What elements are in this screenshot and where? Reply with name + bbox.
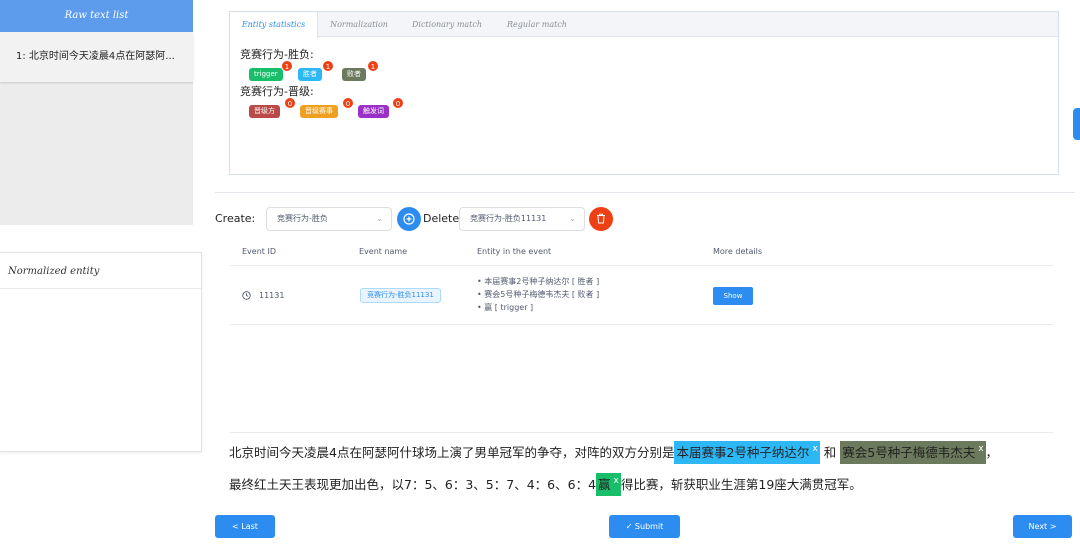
column-header-more-details: More details bbox=[713, 247, 763, 256]
close-icon[interactable]: x bbox=[978, 444, 983, 454]
entity-tag-loser[interactable]: 败者 bbox=[342, 68, 366, 81]
create-select-value: 竞赛行为-胜负 bbox=[277, 214, 328, 223]
column-header-event-name: Event name bbox=[359, 247, 408, 256]
count-badge: 1 bbox=[367, 60, 379, 72]
tab-normalization[interactable]: Normalization bbox=[318, 12, 400, 38]
tab-dictionary-match[interactable]: Dictionary match bbox=[400, 12, 494, 38]
entity-list-item: • 本届赛事2号种子纳达尔 [ 胜者 ] bbox=[477, 277, 600, 286]
create-label: Create: bbox=[215, 212, 256, 225]
tab-regular-match[interactable]: Regular match bbox=[494, 12, 580, 38]
delete-event-select[interactable]: 竞赛行为-胜负11131 ⌄ bbox=[459, 207, 585, 231]
raw-text-list-item[interactable]: 1: 北京时间今天凌晨4点在阿瑟阿... bbox=[0, 32, 193, 82]
entity-tag-advance-event[interactable]: 晋级赛事 bbox=[300, 105, 338, 118]
column-header-event-id: Event ID bbox=[242, 247, 276, 256]
close-icon[interactable]: x bbox=[812, 444, 817, 454]
trash-icon bbox=[597, 213, 605, 224]
event-id-cell: 11131 bbox=[259, 291, 285, 300]
entity-list-item: • 赢 [ trigger ] bbox=[477, 303, 534, 312]
entity-group-title: 竞赛行为-晋级: bbox=[240, 85, 314, 98]
raw-text-list-header: Raw text list bbox=[0, 0, 193, 32]
delete-label: Delete: bbox=[423, 212, 463, 225]
divider bbox=[215, 192, 1075, 193]
delete-event-button[interactable] bbox=[589, 207, 613, 231]
divider bbox=[230, 324, 1053, 325]
count-badge: 0 bbox=[284, 97, 296, 109]
count-badge: 1 bbox=[281, 60, 293, 72]
entity-tag-advancer[interactable]: 晋级方 bbox=[249, 105, 280, 118]
plus-circle-icon bbox=[403, 213, 415, 225]
tab-entity-statistics[interactable]: Entity statistics bbox=[230, 12, 318, 38]
text-segment: 北京时间今天凌晨4点在阿瑟阿什球场上演了男单冠军的争夺，对阵的双方分别是 bbox=[229, 445, 675, 460]
side-drawer-handle[interactable] bbox=[1073, 108, 1080, 140]
entity-tag-trigger-word[interactable]: 触发词 bbox=[358, 105, 389, 118]
normalized-entity-card bbox=[0, 252, 202, 452]
chevron-down-icon: ⌄ bbox=[569, 214, 576, 223]
add-event-button[interactable] bbox=[397, 207, 421, 231]
entity-group-title: 竞赛行为-胜负: bbox=[240, 48, 314, 61]
count-badge: 0 bbox=[342, 97, 354, 109]
divider bbox=[230, 265, 1053, 266]
text-segment: 得比赛，斩获职业生涯第19座大满贯冠军。 bbox=[620, 477, 862, 492]
highlight-trigger[interactable]: 赢x bbox=[596, 473, 621, 496]
text-segment: ， bbox=[985, 445, 999, 460]
count-badge: 1 bbox=[322, 60, 334, 72]
last-button[interactable]: < Last bbox=[215, 515, 275, 538]
entity-tag-winner[interactable]: 胜者 bbox=[298, 68, 322, 81]
divider bbox=[230, 432, 1053, 433]
highlight-loser[interactable]: 赛会5号种子梅德韦杰夫 x bbox=[840, 441, 986, 464]
create-event-select[interactable]: 竞赛行为-胜负 ⌄ bbox=[266, 207, 392, 231]
next-button[interactable]: Next > bbox=[1013, 515, 1072, 538]
text-segment: 最终红土天王表现更加出色，以7：5、6：3、5：7、4：6、6：4 bbox=[229, 477, 597, 492]
text-segment: 和 bbox=[823, 445, 837, 460]
column-header-entities: Entity in the event bbox=[477, 247, 552, 256]
submit-button[interactable]: ✓ Submit bbox=[609, 515, 680, 538]
chevron-down-icon: ⌄ bbox=[376, 214, 383, 223]
divider bbox=[0, 288, 201, 289]
count-badge: 0 bbox=[392, 97, 404, 109]
clock-icon bbox=[242, 291, 251, 302]
close-icon[interactable]: x bbox=[614, 476, 619, 486]
annotated-text: 北京时间今天凌晨4点在阿瑟阿什球场上演了男单冠军的争夺，对阵的双方分别是 本届赛事… bbox=[229, 438, 1059, 502]
entity-tag-trigger[interactable]: trigger bbox=[249, 68, 283, 81]
delete-select-value: 竞赛行为-胜负11131 bbox=[470, 214, 547, 223]
show-details-button[interactable]: Show bbox=[713, 287, 753, 305]
normalized-entity-title: Normalized entity bbox=[8, 266, 100, 277]
highlight-winner[interactable]: 本届赛事2号种子纳达尔 x bbox=[674, 441, 820, 464]
event-name-tag: 竞赛行为-胜负11131 bbox=[360, 288, 441, 303]
entity-list-item: • 赛会5号种子梅德韦杰夫 [ 败者 ] bbox=[477, 290, 600, 299]
